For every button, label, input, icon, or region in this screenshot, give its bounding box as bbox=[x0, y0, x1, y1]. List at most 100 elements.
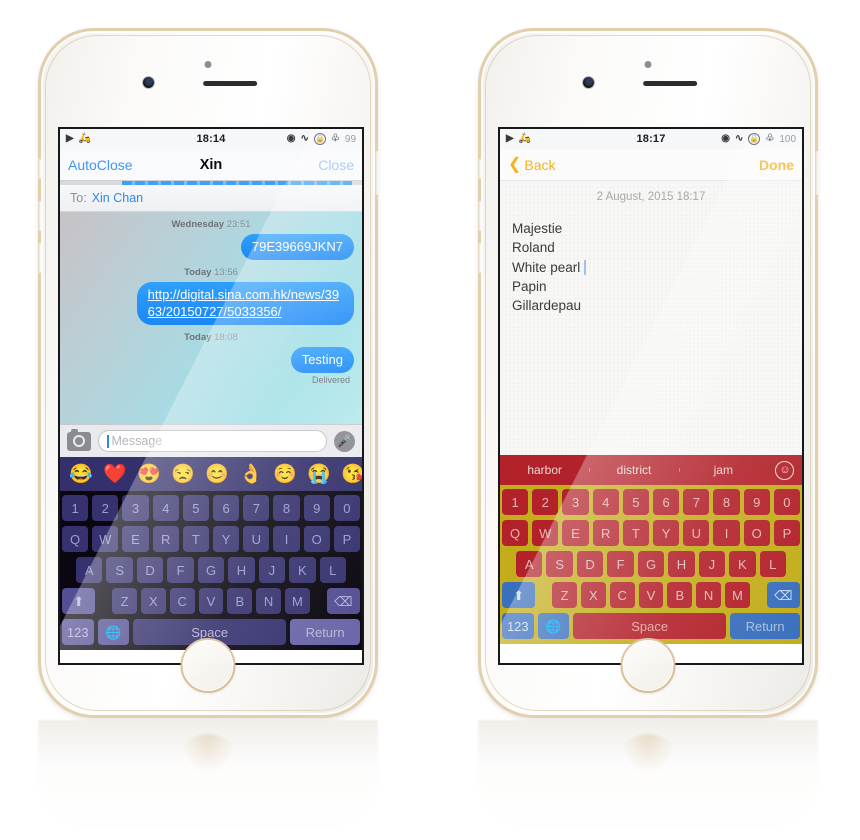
numeric-mode-key[interactable]: 123 bbox=[62, 619, 94, 645]
key-2[interactable]: 2 bbox=[92, 495, 119, 521]
key-i[interactable]: I bbox=[273, 526, 300, 552]
volume-up-button[interactable] bbox=[478, 201, 481, 231]
key-b[interactable]: B bbox=[667, 582, 693, 608]
autoclose-button[interactable]: AutoClose bbox=[68, 157, 200, 173]
ring-switch[interactable] bbox=[478, 159, 481, 179]
message-input[interactable]: Message bbox=[98, 430, 327, 452]
note-line[interactable]: Gillardepau bbox=[512, 296, 790, 315]
return-key[interactable]: Return bbox=[730, 613, 801, 639]
key-h[interactable]: H bbox=[668, 551, 695, 577]
right-keyboard[interactable]: 1 2 3 4 5 6 7 8 9 0 Q W E R T Y U I O P … bbox=[500, 485, 802, 644]
globe-icon[interactable]: 🌐 bbox=[537, 613, 570, 639]
numeric-mode-key[interactable]: 123 bbox=[502, 613, 534, 639]
key-p[interactable]: P bbox=[773, 520, 801, 546]
key-l[interactable]: L bbox=[759, 551, 786, 577]
key-o[interactable]: O bbox=[303, 526, 330, 552]
key-6[interactable]: 6 bbox=[213, 495, 240, 521]
key-1[interactable]: 1 bbox=[501, 489, 529, 515]
key-w[interactable]: W bbox=[532, 520, 559, 546]
power-button[interactable] bbox=[375, 151, 378, 195]
message-bubble-link[interactable]: http://digital.sina.com.hk/news/3963/201… bbox=[136, 282, 359, 325]
key-8[interactable]: 8 bbox=[713, 489, 740, 515]
key-j[interactable]: J bbox=[258, 557, 286, 583]
key-d[interactable]: D bbox=[136, 557, 164, 583]
key-7[interactable]: 7 bbox=[683, 489, 710, 515]
back-button[interactable]: ❮ Back bbox=[508, 156, 759, 173]
key-k[interactable]: K bbox=[729, 551, 756, 577]
emoji-item[interactable]: 😒 bbox=[166, 462, 200, 486]
note-line[interactable]: Majestie bbox=[512, 219, 790, 238]
key-u[interactable]: U bbox=[683, 520, 710, 546]
emoji-item[interactable]: 😂 bbox=[64, 462, 98, 486]
key-4[interactable]: 4 bbox=[592, 489, 619, 515]
key-q[interactable]: Q bbox=[61, 526, 89, 552]
key-0[interactable]: 0 bbox=[333, 495, 361, 521]
emoji-item[interactable]: 👌 bbox=[234, 462, 268, 486]
emoji-item[interactable]: 😭 bbox=[302, 462, 336, 486]
key-a[interactable]: A bbox=[516, 551, 543, 577]
key-r[interactable]: R bbox=[152, 526, 179, 552]
key-t[interactable]: T bbox=[182, 526, 209, 552]
key-s[interactable]: S bbox=[106, 557, 133, 583]
globe-icon[interactable]: 🌐 bbox=[97, 619, 130, 645]
key-x[interactable]: X bbox=[140, 588, 166, 614]
key-y[interactable]: Y bbox=[213, 526, 240, 552]
note-line[interactable]: White pearl bbox=[512, 258, 790, 277]
key-v[interactable]: V bbox=[638, 582, 664, 608]
key-c[interactable]: C bbox=[609, 582, 635, 608]
volume-down-button[interactable] bbox=[478, 243, 481, 273]
key-h[interactable]: H bbox=[228, 557, 255, 583]
key-6[interactable]: 6 bbox=[653, 489, 680, 515]
prediction-word-3[interactable]: jam bbox=[678, 463, 768, 477]
key-u[interactable]: U bbox=[243, 526, 270, 552]
key-3[interactable]: 3 bbox=[562, 489, 589, 515]
key-j[interactable]: J bbox=[698, 551, 726, 577]
left-keyboard[interactable]: 1 2 3 4 5 6 7 8 9 0 Q W E R T Y U I O P … bbox=[60, 491, 362, 650]
message-bubble[interactable]: 79E39669JKN7 bbox=[240, 234, 359, 261]
key-z[interactable]: Z bbox=[552, 582, 577, 608]
emoji-item[interactable]: ❤️ bbox=[98, 462, 132, 486]
power-button[interactable] bbox=[815, 151, 818, 195]
key-k[interactable]: K bbox=[289, 557, 316, 583]
key-n[interactable]: N bbox=[696, 582, 722, 608]
key-f[interactable]: F bbox=[167, 557, 194, 583]
backspace-icon[interactable]: ⌫ bbox=[326, 588, 361, 614]
key-4[interactable]: 4 bbox=[152, 495, 179, 521]
emoji-item[interactable]: 😘 bbox=[336, 462, 362, 486]
camera-icon[interactable] bbox=[67, 428, 91, 451]
key-o[interactable]: O bbox=[743, 520, 770, 546]
prediction-bar[interactable]: harbor district jam ☺ bbox=[500, 455, 802, 485]
space-key[interactable]: Space bbox=[573, 613, 727, 639]
prediction-word-2[interactable]: district bbox=[589, 463, 678, 477]
emoji-toggle-button[interactable]: ☺ bbox=[768, 460, 802, 480]
key-g[interactable]: G bbox=[197, 557, 225, 583]
note-line[interactable]: Roland bbox=[512, 238, 790, 257]
key-n[interactable]: N bbox=[256, 588, 282, 614]
volume-down-button[interactable] bbox=[38, 243, 41, 273]
key-p[interactable]: P bbox=[333, 526, 361, 552]
key-g[interactable]: G bbox=[637, 551, 665, 577]
note-editor[interactable]: 2 August, 2015 18:17 Majestie Roland Whi… bbox=[500, 181, 802, 455]
key-l[interactable]: L bbox=[319, 557, 346, 583]
microphone-icon[interactable]: 🎤 bbox=[334, 430, 355, 452]
key-5[interactable]: 5 bbox=[622, 489, 649, 515]
key-y[interactable]: Y bbox=[653, 520, 680, 546]
emoji-item[interactable]: 😍 bbox=[132, 462, 166, 486]
volume-up-button[interactable] bbox=[38, 201, 41, 231]
key-m[interactable]: M bbox=[725, 582, 750, 608]
key-9[interactable]: 9 bbox=[743, 489, 770, 515]
key-9[interactable]: 9 bbox=[303, 495, 330, 521]
recipient-field[interactable]: To: Xin Chan bbox=[60, 185, 362, 212]
key-z[interactable]: Z bbox=[112, 588, 137, 614]
prediction-word-1[interactable]: harbor bbox=[500, 463, 589, 477]
ring-switch[interactable] bbox=[38, 159, 41, 179]
home-button[interactable] bbox=[180, 638, 236, 693]
emoji-item[interactable]: ☺️ bbox=[268, 462, 302, 486]
emoji-suggestion-row[interactable]: 😂 ❤️ 😍 😒 😊 👌 ☺️ 😭 😘 bbox=[60, 457, 362, 491]
shift-icon[interactable]: ⬆ bbox=[61, 588, 96, 614]
key-c[interactable]: C bbox=[169, 588, 195, 614]
key-m[interactable]: M bbox=[285, 588, 310, 614]
key-a[interactable]: A bbox=[76, 557, 103, 583]
recipient-value[interactable]: Xin Chan bbox=[92, 191, 143, 205]
key-0[interactable]: 0 bbox=[773, 489, 801, 515]
